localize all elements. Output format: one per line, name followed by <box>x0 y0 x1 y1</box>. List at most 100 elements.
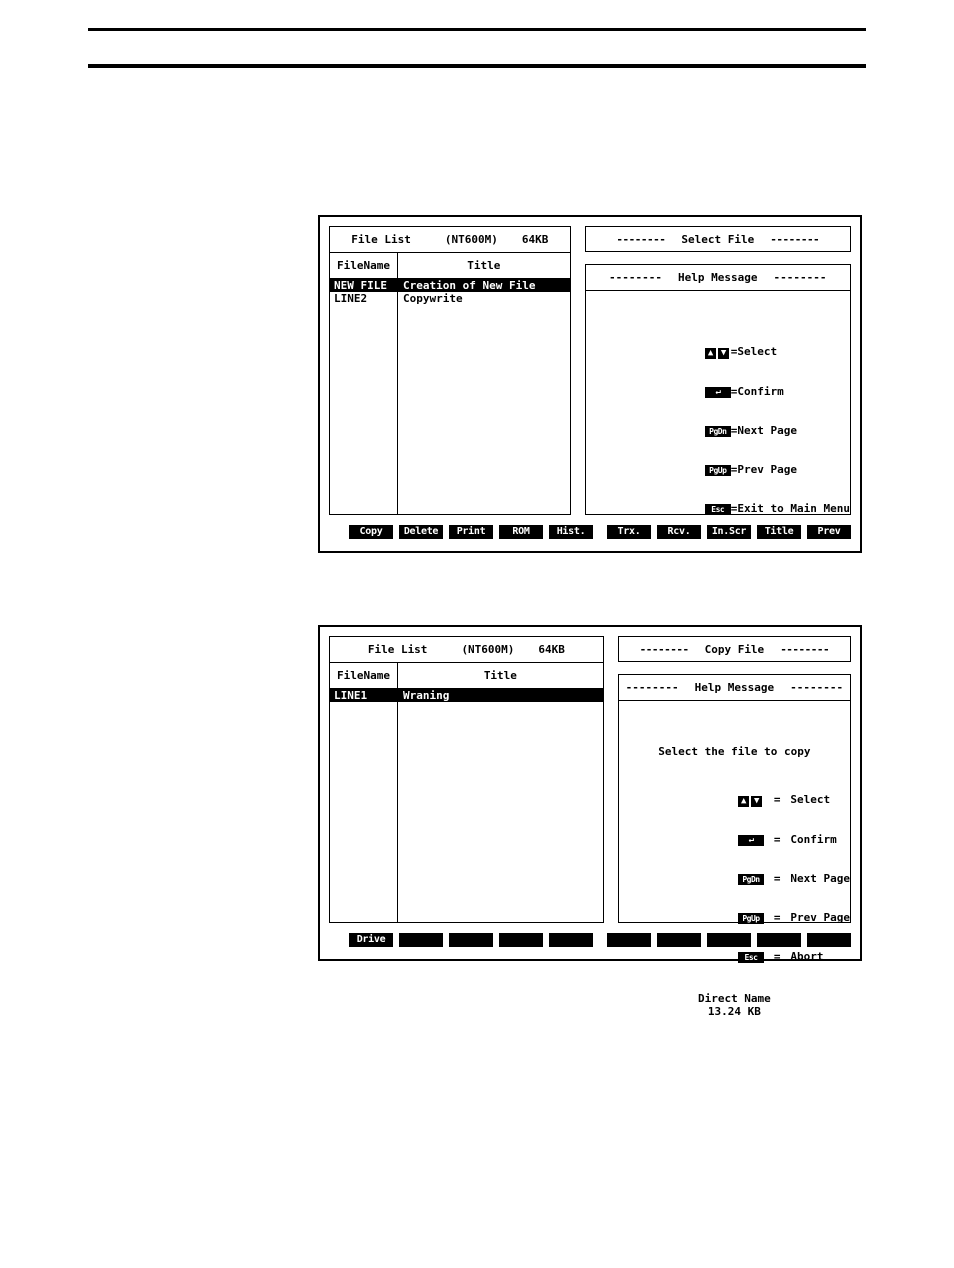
key-legend-row: PgDn = Next Page <box>586 411 850 450</box>
file-list-title: File List <box>367 643 428 656</box>
table-row[interactable]: LINE1 Wraning <box>330 689 603 702</box>
terminal-screen: File List (NT600M) 64KB FileName Title N… <box>329 226 851 542</box>
key-legend-table: ▲ ▼ = Select ↵ = Confirm PgDn = Next Pag… <box>586 332 850 528</box>
page-down-key-icon: PgDn <box>737 874 764 885</box>
mode-title-box: -------- Copy File -------- <box>617 636 851 662</box>
key-equals: = <box>773 872 781 885</box>
arrow-up-icon: ▲ <box>704 348 716 359</box>
key-cap-cell: ▲ ▼ <box>586 332 731 371</box>
arrow-keys-icon: ▲ ▼ <box>737 795 764 807</box>
mode-title-box: -------- Select File -------- <box>584 226 851 252</box>
key-description: Exit to Main Menu <box>737 502 850 515</box>
filename-column <box>330 279 398 514</box>
help-prompt-text: Select the file to copy <box>658 745 811 758</box>
file-list-column-header: FileName Title <box>329 662 604 689</box>
function-key-group-left: Copy Delete Print ROM Hist. <box>329 525 593 539</box>
file-row-title: Wraning <box>398 689 603 702</box>
key-legend-row: ↵ = Confirm <box>586 371 850 411</box>
table-row[interactable]: LINE2 Copywrite <box>330 292 570 305</box>
mode-title: Copy File <box>704 642 765 656</box>
key-legend-row: ↵ = Confirm <box>619 819 850 859</box>
table-row[interactable]: NEW FILE Creation of New File <box>330 279 570 292</box>
help-message-box: -------- Help Message -------- ▲ ▼ = Sel… <box>584 264 851 515</box>
key-cap-cell: PgUp <box>586 450 731 489</box>
fkey-blank-3[interactable] <box>499 933 543 947</box>
fkey-copy[interactable]: Copy <box>349 525 393 539</box>
help-message-content: Select the file to copy ▲ ▼ = Select ↵ =… <box>619 701 850 1018</box>
help-dash-left: -------- <box>625 681 679 694</box>
device-model: (NT600M) <box>444 233 498 246</box>
memory-capacity: 64KB <box>538 643 565 656</box>
page-up-key-icon: PgUp <box>737 913 764 924</box>
title-column <box>398 689 603 922</box>
mode-title: Select File <box>681 232 755 246</box>
title-column <box>398 279 570 514</box>
key-equals: = <box>773 793 781 806</box>
screen-body: File List (NT600M) 64KB FileName Title N… <box>329 226 851 515</box>
enter-key-icon: ↵ <box>704 387 731 398</box>
mode-dash-left: -------- <box>616 232 666 246</box>
key-equals: = <box>730 424 738 437</box>
fkey-delete[interactable]: Delete <box>399 525 443 539</box>
key-cap-cell: Esc <box>586 489 731 528</box>
info-pane: -------- Copy File -------- -------- Hel… <box>617 636 851 1018</box>
screen-body: File List (NT600M) 64KB FileName Title L… <box>329 636 851 1018</box>
help-message-box: -------- Help Message -------- Select th… <box>617 674 851 1018</box>
mode-dash-right: -------- <box>770 232 820 246</box>
fkey-rom[interactable]: ROM <box>499 525 543 539</box>
key-legend-row: ▲ ▼ = Select <box>586 332 850 371</box>
key-equals: = <box>730 502 738 515</box>
figure-select-file-screen: File List (NT600M) 64KB FileName Title N… <box>318 215 862 553</box>
file-list-pane: File List (NT600M) 64KB FileName Title L… <box>329 636 604 923</box>
file-list-header: File List (NT600M) 64KB <box>329 226 571 252</box>
file-list-column-header: FileName Title <box>329 252 571 279</box>
help-footer-line-1: Direct Name <box>697 992 771 1005</box>
key-description: Next Page <box>790 872 850 885</box>
fkey-blank-1[interactable] <box>399 933 443 947</box>
column-header-filename: FileName <box>330 663 398 688</box>
key-description: Prev Page <box>737 463 798 476</box>
file-list-pane: File List (NT600M) 64KB FileName Title N… <box>329 226 571 515</box>
help-message-header: -------- Help Message -------- <box>618 675 850 701</box>
page-up-key-icon: PgUp <box>704 465 731 476</box>
escape-key-icon: Esc <box>737 952 764 963</box>
key-legend-row: PgUp = Prev Page <box>586 450 850 489</box>
key-cap-cell: Esc <box>619 937 764 976</box>
help-footer-line-2: 13.24 KB <box>707 1005 761 1018</box>
help-message-header: -------- Help Message -------- <box>585 265 850 291</box>
key-cap-cell: PgDn <box>619 859 764 898</box>
file-row-name: NEW FILE <box>330 279 398 292</box>
key-equals: = <box>730 463 738 476</box>
key-description: Abort <box>790 950 824 963</box>
file-list-header: File List (NT600M) 64KB <box>329 636 604 662</box>
filename-column <box>330 689 398 922</box>
key-description: Select <box>737 345 778 358</box>
key-legend-table: ▲ ▼ = Select ↵ = Confirm PgDn = Next Pag… <box>619 780 850 976</box>
arrow-down-icon: ▼ <box>717 348 729 359</box>
key-description: Confirm <box>737 384 784 398</box>
key-equals: = <box>730 345 738 358</box>
file-row-title: Copywrite <box>403 292 463 305</box>
column-header-filename: FileName <box>330 253 398 278</box>
key-legend-row: Esc = Exit to Main Menu <box>586 489 850 528</box>
fkey-blank-2[interactable] <box>449 933 493 947</box>
mode-dash-left: -------- <box>639 642 689 656</box>
key-description: Next Page <box>737 424 798 437</box>
fkey-print[interactable]: Print <box>449 525 493 539</box>
help-message-title: Help Message <box>694 681 775 694</box>
escape-key-icon: Esc <box>704 504 731 515</box>
key-legend-row: PgDn = Next Page <box>619 859 850 898</box>
figure-copy-file-screen: File List (NT600M) 64KB FileName Title L… <box>318 625 862 1018</box>
column-header-title: Title <box>467 259 501 272</box>
file-row-title: Creation of New File <box>398 279 570 292</box>
help-dash-right: -------- <box>790 681 844 694</box>
key-cap-cell: ↵ <box>619 819 764 859</box>
arrow-down-icon: ▼ <box>750 796 762 807</box>
file-list-rows: NEW FILE Creation of New File LINE2 Copy… <box>329 279 571 515</box>
function-key-group-left: Drive <box>329 933 593 947</box>
key-cap-cell: PgUp <box>619 898 764 937</box>
fkey-drive[interactable]: Drive <box>349 933 393 947</box>
key-equals: = <box>773 911 781 924</box>
fkey-blank-4[interactable] <box>549 933 593 947</box>
enter-key-icon: ↵ <box>737 835 764 846</box>
